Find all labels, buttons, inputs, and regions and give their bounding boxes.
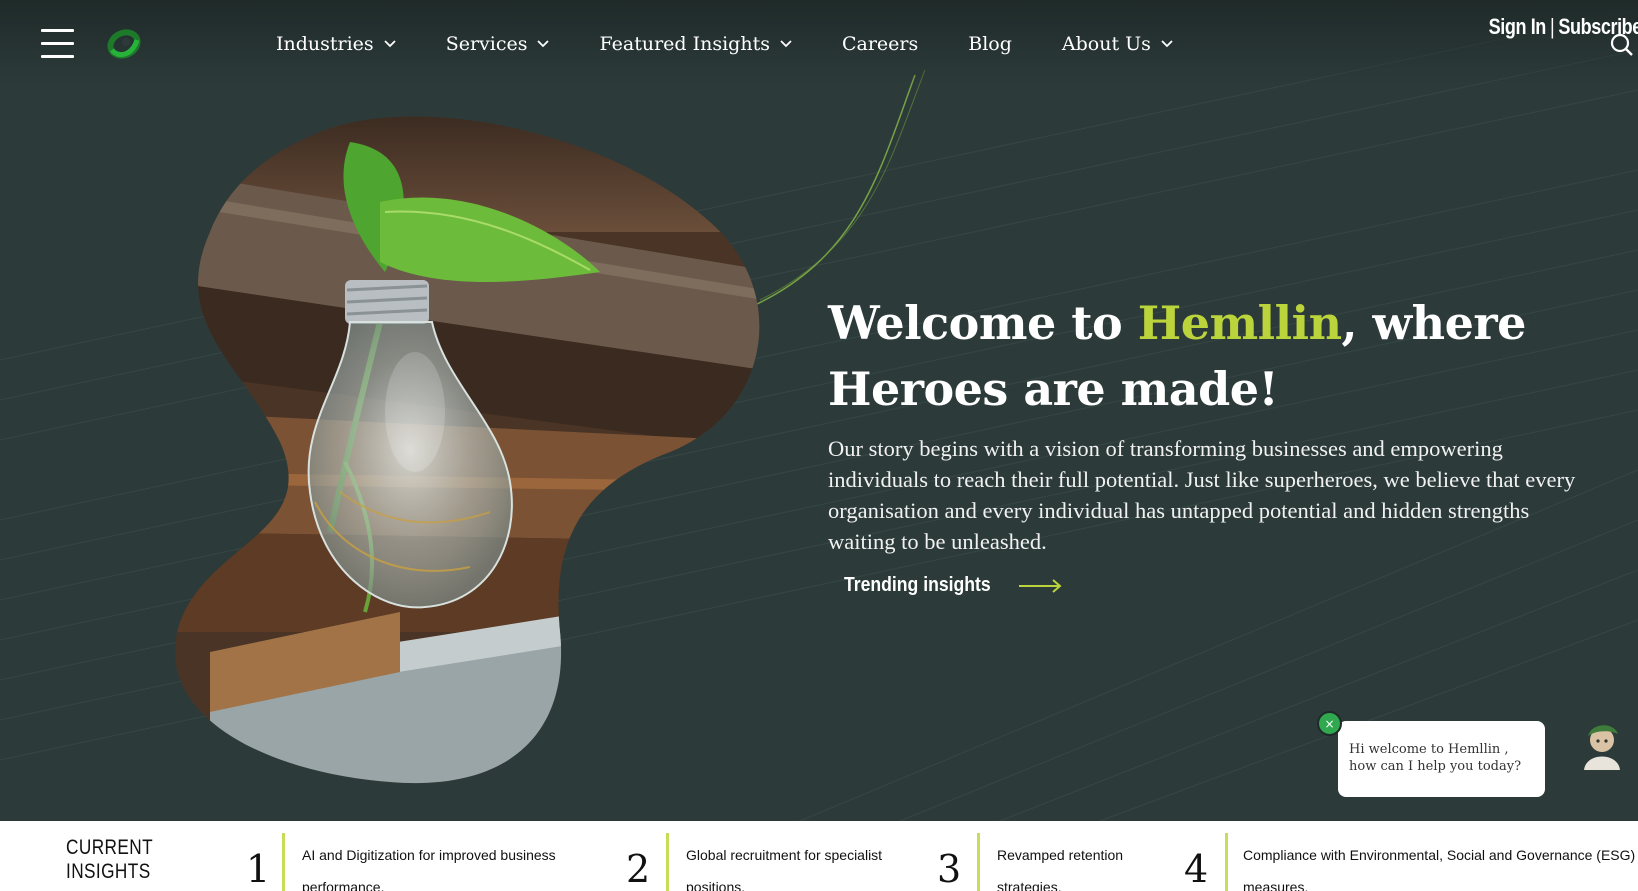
chevron-down-icon [537, 40, 550, 48]
insight-divider [666, 833, 669, 891]
link-separator: | [1550, 14, 1555, 39]
insight-text-line1: AI and Digitization for improved busines… [302, 847, 556, 863]
nav-services[interactable]: Services [446, 33, 550, 55]
insight-text-line2: performance. [302, 879, 385, 891]
main-nav: Industries Services Featured Insights Ca… [276, 33, 1223, 55]
hero-title-prefix: Welcome to [828, 296, 1138, 350]
hero-description: Our story begins with a vision of transf… [828, 436, 1576, 554]
insight-text-line1: Revamped retention [997, 847, 1124, 863]
current-insights-line2: INSIGHTS [66, 860, 151, 883]
insight-text-line1: Global recruitment for specialist [686, 847, 883, 863]
nav-about-us-label: About Us [1061, 33, 1151, 55]
chevron-down-icon [384, 40, 396, 48]
nav-industries-label: Industries [276, 33, 374, 55]
insight-number: 2 [626, 847, 651, 891]
insight-divider [282, 833, 285, 891]
insight-item-3[interactable]: 3 Revamped retention strategies. [937, 833, 1157, 891]
close-icon[interactable]: × [1317, 711, 1342, 736]
hero-title-brand: Hemllin [1137, 296, 1342, 350]
trending-insights-label: Trending insights [844, 574, 991, 596]
nav-industries[interactable]: Industries [276, 33, 396, 55]
current-insights-bar: CURRENT INSIGHTS 1 AI and Digitization f… [0, 821, 1638, 891]
nav-blog-label: Blog [968, 33, 1012, 55]
hamburger-icon[interactable] [41, 29, 74, 59]
nav-careers[interactable]: Careers [842, 33, 918, 55]
insight-text: Compliance with Environmental, Social an… [1243, 839, 1635, 891]
chat-message-line1: Hi welcome to Hemllin , [1349, 742, 1509, 757]
insight-item-2[interactable]: 2 Global recruitment for specialist posi… [626, 833, 926, 891]
insight-text: Global recruitment for specialist positi… [686, 839, 882, 891]
hero-title: Welcome to Hemllin, where Heroes are mad… [828, 290, 1548, 422]
search-icon[interactable] [1608, 32, 1634, 58]
insight-number: 4 [1184, 847, 1209, 891]
current-insights-line1: CURRENT [66, 836, 154, 859]
insight-text-line2: strategies. [997, 879, 1062, 891]
insight-divider [1225, 833, 1228, 891]
insight-text-line2: positions. [686, 879, 746, 891]
insight-text-line1: Compliance with Environmental, Social an… [1243, 847, 1636, 863]
trending-insights-link[interactable]: Trending insights [844, 574, 1063, 597]
nav-blog[interactable]: Blog [968, 33, 1012, 55]
hero-image [175, 116, 760, 784]
chat-greeting[interactable]: Hi welcome to Hemllin , how can I help y… [1338, 721, 1545, 797]
chevron-down-icon [780, 40, 792, 48]
chevron-down-icon [1161, 40, 1173, 48]
nav-services-label: Services [445, 33, 528, 55]
hemllin-logo[interactable] [106, 28, 142, 60]
insight-text: AI and Digitization for improved busines… [302, 839, 556, 891]
sign-in-link[interactable]: Sign In [1489, 14, 1547, 39]
insight-text-line2: measures. [1243, 879, 1309, 891]
insight-text: Revamped retention strategies. [997, 839, 1123, 891]
chat-message-line2: how can I help you today? [1349, 759, 1522, 774]
insight-item-4[interactable]: 4 Compliance with Environmental, Social … [1184, 833, 1638, 891]
insight-divider [977, 833, 980, 891]
nav-about-us[interactable]: About Us [1062, 33, 1173, 55]
chatbot-avatar[interactable] [1578, 722, 1624, 772]
insight-number: 1 [246, 847, 271, 891]
site-header: Industries Services Featured Insights Ca… [0, 0, 1638, 86]
current-insights-heading: CURRENT INSIGHTS [66, 836, 153, 884]
insight-number: 3 [937, 847, 962, 891]
arrow-right-icon [1018, 578, 1062, 593]
nav-featured-insights-label: Featured Insights [599, 33, 770, 55]
insight-item-1[interactable]: 1 AI and Digitization for improved busin… [246, 833, 606, 891]
nav-featured-insights[interactable]: Featured Insights [599, 33, 792, 55]
nav-careers-label: Careers [841, 33, 919, 55]
